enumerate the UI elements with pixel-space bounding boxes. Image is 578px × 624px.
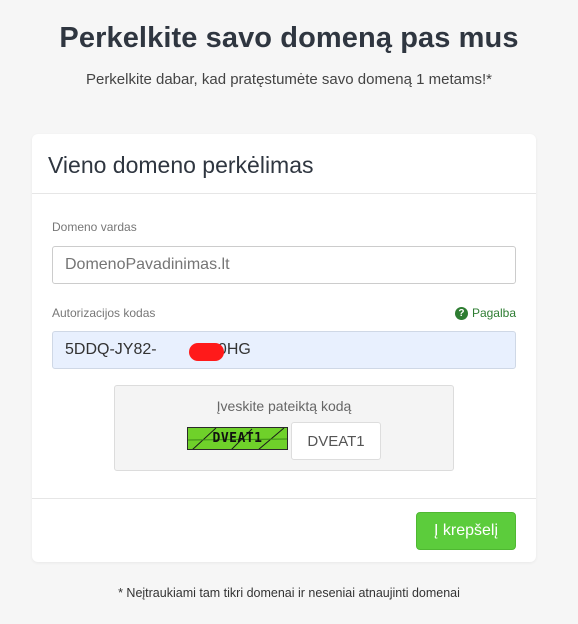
footnote: * Neįtraukiami tam tikri domenai ir nese… [118,586,460,600]
card-footer: Į krepšelį [32,498,536,562]
domain-input[interactable] [52,246,516,284]
auth-code-input[interactable] [52,331,516,369]
card-header: Vieno domeno perkėlimas [32,134,536,194]
question-circle-icon: ? [454,306,468,320]
redaction-mark [189,343,224,361]
captcha-input[interactable] [291,422,381,460]
captcha-label: Įveskite pateiktą kodą [216,398,352,414]
domain-label: Domeno vardas [52,220,137,234]
page-title: Perkelkite savo domeną pas mus [59,22,519,54]
captcha-code-text: DVEAT1 [212,431,263,446]
captcha-image: DVEAT1 [187,427,288,450]
page-subtitle: Perkelkite dabar, kad pratęstumėte savo … [85,71,493,88]
card-title: Vieno domeno perkėlimas [48,152,314,178]
add-to-cart-button[interactable]: Į krepšelį [416,512,516,550]
captcha-box: Įveskite pateiktą kodą DVEAT1 [114,385,454,471]
auth-code-label: Autorizacijos kodas [52,306,156,320]
help-label: Pagalba [471,306,516,320]
transfer-card: Vieno domeno perkėlimas Domeno vardas Au… [32,134,536,562]
help-link[interactable]: ? Pagalba [454,306,516,320]
